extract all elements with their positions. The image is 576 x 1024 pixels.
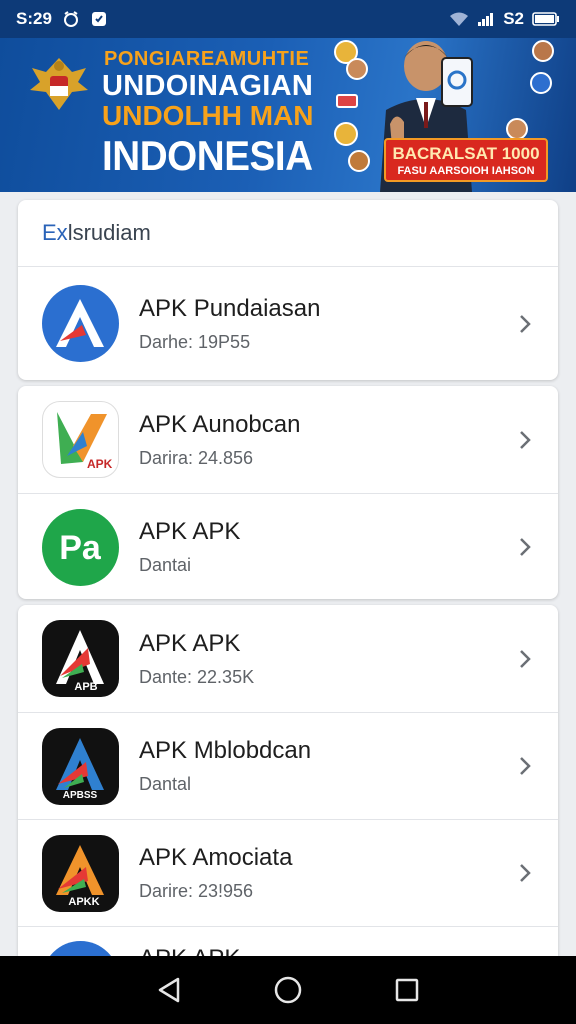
app-title: APK Pundaiasan	[139, 294, 321, 322]
system-nav-bar	[0, 956, 576, 1024]
section-header: Exlsrudiam	[18, 200, 558, 266]
icon-label: APB	[74, 681, 97, 693]
shield-app-icon	[90, 10, 108, 28]
status-time: S:29	[16, 9, 52, 28]
banner-line1: PONGIAREAMUHTIE	[104, 48, 310, 70]
avatar-icon	[532, 40, 554, 62]
apk-a-blue-icon	[42, 285, 119, 362]
list-item[interactable]: Pa APK APK Dantai	[18, 493, 558, 599]
garuda-emblem-icon	[30, 58, 88, 110]
icon-label: APK	[87, 457, 113, 471]
home-button[interactable]	[271, 973, 305, 1007]
app-title: APK APK	[139, 945, 240, 956]
apk-partial-icon	[42, 941, 119, 956]
signal-icon	[477, 11, 495, 27]
home-icon	[274, 976, 302, 1004]
banner-line2: UNDOINAGIAN	[102, 70, 314, 102]
promo-subtitle: FASU AARSOIOH IAHSON	[397, 165, 535, 177]
list-item[interactable]: APB APK APK Dante: 22.35K	[18, 605, 558, 712]
avatar-icon	[506, 118, 528, 140]
battery-icon	[532, 12, 560, 26]
status-bar: S:29 S2	[0, 0, 576, 38]
recents-icon	[395, 978, 418, 1002]
apps-card-2: APK APK Aunobcan Darira: 24.856 Pa APK A…	[18, 386, 558, 599]
app-title: APK Aunobcan	[139, 410, 301, 438]
app-title: APK APK	[139, 518, 241, 545]
banner-line3: UNDOLHH MAN	[102, 100, 314, 131]
chevron-right-icon	[520, 430, 531, 449]
apk-a-dark-orange-icon: APKK	[42, 834, 119, 912]
apk-pa-green-icon: Pa	[42, 508, 119, 586]
chevron-right-icon	[520, 314, 531, 333]
chevron-right-icon	[520, 864, 531, 882]
list-item[interactable]: APBSS APK Mblobdcan Dantal	[18, 712, 558, 819]
app-title: APK Amociata	[139, 844, 293, 871]
apps-card-3: APB APK APK Dante: 22.35K APBSS APK Mblo…	[18, 605, 558, 956]
flag-icon	[336, 94, 358, 108]
banner-line4: INDONESIA	[102, 132, 313, 179]
badge-icon	[530, 72, 552, 94]
back-button[interactable]	[152, 973, 186, 1007]
app-subtitle: Dantal	[139, 774, 192, 794]
back-icon	[159, 977, 180, 1003]
apk-play-arrow-icon: APK	[42, 401, 119, 478]
recents-button[interactable]	[390, 973, 424, 1007]
list-item[interactable]: APK Pundaiasan Darhe: 19P55	[18, 266, 558, 380]
app-subtitle: Darira: 24.856	[139, 447, 254, 468]
apps-card-1: Exlsrudiam APK Pundaiasan Darhe: 19P55	[18, 200, 558, 380]
app-subtitle: Darire: 23!956	[139, 881, 254, 901]
app-subtitle: Dantai	[139, 555, 192, 575]
apk-a-dark-blue-icon: APBSS	[42, 727, 119, 805]
badge-icon	[334, 122, 358, 146]
icon-label: Pa	[59, 529, 102, 567]
chevron-right-icon	[520, 538, 531, 556]
section-header-text: lsrudiam	[67, 220, 151, 245]
app-title: APK Mblobdcan	[139, 737, 312, 764]
chevron-right-icon	[520, 649, 531, 668]
app-subtitle: Dante: 22.35K	[139, 666, 255, 687]
chevron-right-icon	[520, 757, 531, 775]
list-item[interactable]: APK APK	[18, 926, 558, 956]
promo-banner[interactable]: PONGIAREAMUHTIE UNDOINAGIAN UNDOLHH MAN …	[0, 38, 576, 192]
list-item[interactable]: APK APK Aunobcan Darira: 24.856	[18, 386, 558, 493]
icon-label: APBSS	[63, 790, 98, 801]
list-item[interactable]: APKK APK Amociata Darire: 23!956	[18, 819, 558, 926]
app-title: APK APK	[139, 629, 241, 657]
icon-label: APKK	[68, 896, 99, 908]
section-header-accent: Ex	[42, 220, 68, 245]
status-right-text: S2	[503, 9, 524, 28]
app-subtitle: Darhe: 19P55	[139, 331, 251, 352]
apk-a-dark-icon: APB	[42, 620, 119, 697]
alarm-icon	[62, 10, 80, 28]
wifi-icon	[449, 11, 469, 27]
promo-title: BACRALSAT 1000	[392, 144, 540, 163]
promo-badge[interactable]: BACRALSAT 1000 FASU AARSOIOH IAHSON	[384, 138, 548, 182]
